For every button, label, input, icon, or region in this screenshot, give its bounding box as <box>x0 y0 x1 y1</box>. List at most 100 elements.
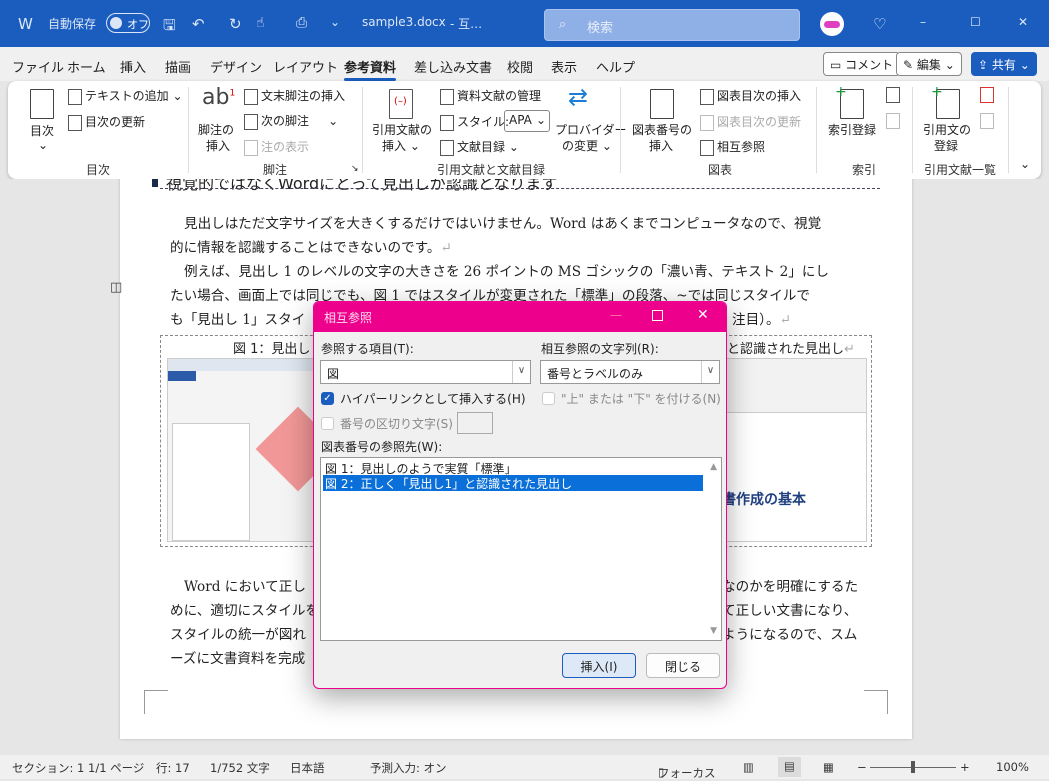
undo-icon[interactable]: ↶ <box>192 15 205 33</box>
tab-help[interactable]: ヘルプ <box>596 57 635 76</box>
change-provider-button[interactable]: プロバイダー <box>555 121 627 138</box>
read-mode-icon[interactable]: ▥ <box>743 760 754 774</box>
tab-home[interactable]: ホーム <box>67 57 106 76</box>
update-toa-icon[interactable] <box>980 113 994 129</box>
print-layout-icon[interactable]: ▤ <box>778 757 801 777</box>
cross-reference-icon <box>700 139 714 156</box>
tab-view[interactable]: 表示 <box>551 57 577 76</box>
ref-type-select[interactable]: 図 ∨ <box>320 360 531 384</box>
ref-to-value: 番号とラベルのみ <box>547 367 644 381</box>
collapse-ribbon-icon[interactable]: ⌄ <box>1020 157 1030 171</box>
dialog-title-bar[interactable]: 相互参照 — ✕ <box>314 302 726 332</box>
touch-mode-icon[interactable]: ☝ <box>256 15 265 31</box>
filename-suffix[interactable]: - 互… <box>450 15 482 32</box>
next-footnote-button[interactable]: 次の脚注 ⌄ <box>244 112 338 130</box>
hyperlink-checkbox[interactable]: ✓ <box>321 392 334 405</box>
bibliography-button[interactable]: 文献目録 ⌄ <box>440 138 519 156</box>
ref-to-select[interactable]: 番号とラベルのみ ∨ <box>540 360 720 384</box>
insert-endnote-button[interactable]: 文末脚注の挿入 <box>244 87 345 105</box>
scroll-down-icon[interactable]: ▼ <box>710 626 717 636</box>
status-words[interactable]: 1/752 文字 <box>210 760 270 776</box>
insert-index-icon[interactable] <box>886 87 900 103</box>
mark-entry-button[interactable]: 索引登録 <box>828 121 876 138</box>
comment-label: コメント <box>845 58 894 72</box>
minimize-button[interactable]: – <box>920 15 926 29</box>
dialog-close-button[interactable]: ✕ <box>697 307 709 323</box>
comment-button[interactable]: ▭ コメント <box>823 52 901 76</box>
mark-citation-button-line2[interactable]: 登録 <box>934 137 958 154</box>
above-below-checkbox[interactable] <box>542 392 555 405</box>
redo-icon[interactable]: ↻ <box>229 15 242 33</box>
update-table-label: 図表目次の更新 <box>717 115 802 129</box>
qat-more-icon[interactable]: ⌄ <box>330 15 340 29</box>
style-select[interactable]: APA ⌄ <box>504 110 550 132</box>
maximize-button[interactable]: ☐ <box>970 15 981 29</box>
insert-citation-button[interactable]: 引用文献の <box>372 121 432 138</box>
paragraph-line: も「見出し 1」スタイ <box>170 312 306 328</box>
tab-layout[interactable]: レイアウト <box>273 57 338 76</box>
change-provider-button-line2[interactable]: の変更 ⌄ <box>562 137 612 154</box>
figure-2-heading: 書作成の基本 <box>722 492 806 508</box>
separator-checkbox[interactable] <box>321 417 334 430</box>
web-layout-icon[interactable]: ▦ <box>823 760 834 774</box>
insert-button[interactable]: 挿入(I) <box>562 653 636 678</box>
cross-reference-button[interactable]: 相互参照 <box>700 138 765 156</box>
scroll-up-icon[interactable]: ▲ <box>710 462 717 472</box>
tab-review[interactable]: 校閲 <box>507 57 533 76</box>
copilot-icon[interactable]: ◫ <box>110 280 122 295</box>
tab-design[interactable]: デザイン <box>210 57 262 76</box>
insert-caption-button[interactable]: 図表番号の <box>632 121 692 138</box>
dialog-maximize-button[interactable] <box>652 310 663 321</box>
tab-references[interactable]: 参考資料 <box>344 57 397 81</box>
caption-list[interactable]: 図 1：見出しのようで実質「標準」 図 2：正しく「見出し1」と認識された見出し… <box>320 457 722 641</box>
tab-insert[interactable]: 挿入 <box>120 57 146 76</box>
insert-table-of-figures-button[interactable]: 図表目次の挿入 <box>700 87 801 105</box>
page-corner-mark <box>144 690 168 714</box>
insert-footnote-button[interactable]: 脚注の <box>198 121 234 138</box>
close-button[interactable]: ✕ <box>1018 15 1028 29</box>
insert-toa-icon[interactable] <box>980 87 994 103</box>
zoom-slider-thumb[interactable] <box>911 761 915 773</box>
zoom-out-button[interactable]: − <box>857 760 867 774</box>
add-text-button[interactable]: テキストの追加 ⌄ <box>68 87 183 105</box>
dialog-launcher-icon[interactable]: ↘ <box>351 164 359 174</box>
manage-sources-button[interactable]: 資料文献の管理 <box>440 87 541 105</box>
edit-mode-button[interactable]: ✎ 編集 ⌄ <box>896 52 962 76</box>
share-button[interactable]: ⇪ 共有 ⌄ <box>971 52 1037 76</box>
avatar[interactable] <box>820 12 844 36</box>
update-index-icon[interactable] <box>886 113 900 129</box>
filename[interactable]: sample3.docx <box>362 15 446 29</box>
status-page[interactable]: 1/1 ページ <box>88 760 144 776</box>
status-line[interactable]: 行: 17 <box>156 760 190 776</box>
tab-file[interactable]: ファイル <box>12 57 64 76</box>
paragraph-line: 見出しはただ文字サイズを大きくするだけではいけません。Word はあくまでコンピ… <box>184 216 822 232</box>
status-predictive[interactable]: 予測入力: オン <box>370 760 447 776</box>
update-table-button[interactable]: 図表目次の更新 <box>700 113 801 131</box>
insert-citation-button-line2[interactable]: 挿入 ⌄ <box>382 137 420 154</box>
zoom-level[interactable]: 100% <box>996 760 1029 774</box>
list-item-selected[interactable]: 図 2：正しく「見出し1」と認識された見出し <box>322 474 704 492</box>
insert-footnote-button-line2[interactable]: 挿入 <box>206 137 230 154</box>
lightbulb-icon[interactable]: ♡ <box>873 15 886 33</box>
title-bar: W 自動保存 オフ 🖫 ↶ ↻ ☝ ⎙ ⌄ sample3.docx - 互… … <box>0 0 1049 47</box>
zoom-in-button[interactable]: + <box>960 760 970 774</box>
chevron-down-icon: ∨ <box>512 361 530 383</box>
autosave-toggle[interactable]: オフ <box>106 13 150 33</box>
tab-mailings[interactable]: 差し込み文書 <box>414 57 492 76</box>
insert-caption-button-line2[interactable]: 挿入 <box>649 137 673 154</box>
toc-button[interactable]: 目次 <box>30 122 54 139</box>
list-item[interactable]: 図 1：見出しのようで実質「標準」 <box>323 460 703 476</box>
separator-input[interactable] <box>457 412 493 434</box>
close-dialog-button[interactable]: 閉じる <box>646 653 720 678</box>
search-box[interactable]: ⌕ 検索 <box>544 9 800 41</box>
edit-label: 編集 <box>916 58 941 72</box>
mark-citation-button[interactable]: 引用文の <box>923 121 971 138</box>
tab-draw[interactable]: 描画 <box>165 57 191 76</box>
show-notes-button[interactable]: 注の表示 <box>244 138 309 156</box>
save-icon[interactable]: 🖫 <box>163 15 176 40</box>
group-label-captions: 図表 <box>707 163 732 177</box>
status-language[interactable]: 日本語 <box>290 760 325 776</box>
status-section[interactable]: セクション: 1 <box>12 760 84 776</box>
customize-icon[interactable]: ⎙ <box>296 15 307 31</box>
update-toc-button[interactable]: 目次の更新 <box>68 113 145 131</box>
